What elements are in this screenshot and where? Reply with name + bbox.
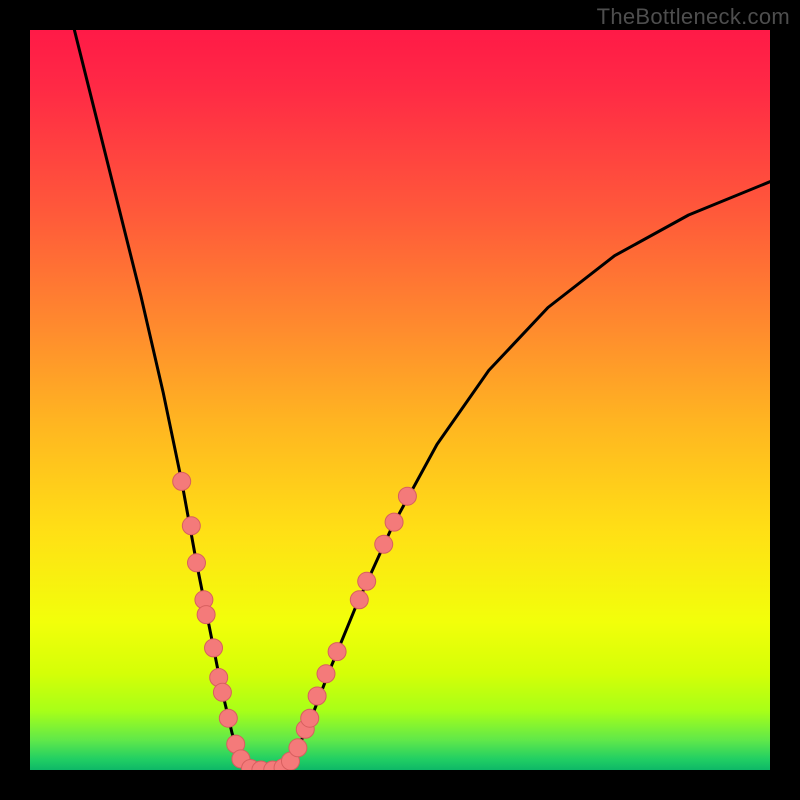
data-point-marker [173, 472, 191, 490]
data-point-marker [317, 665, 335, 683]
data-point-marker [358, 572, 376, 590]
data-point-marker [188, 554, 206, 572]
data-point-marker [328, 643, 346, 661]
chart-frame: TheBottleneck.com [0, 0, 800, 800]
data-point-marker [289, 739, 307, 757]
curve-line [74, 30, 770, 770]
data-point-marker [213, 683, 231, 701]
watermark-text: TheBottleneck.com [597, 4, 790, 30]
bottleneck-curve [74, 30, 770, 770]
curve-markers [173, 472, 417, 770]
data-point-marker [385, 513, 403, 531]
data-point-marker [205, 639, 223, 657]
data-point-marker [197, 606, 215, 624]
data-point-marker [398, 487, 416, 505]
data-point-marker [301, 709, 319, 727]
data-point-marker [308, 687, 326, 705]
data-point-marker [219, 709, 237, 727]
data-point-marker [350, 591, 368, 609]
data-point-marker [375, 535, 393, 553]
data-point-marker [182, 517, 200, 535]
chart-svg [30, 30, 770, 770]
plot-area [30, 30, 770, 770]
